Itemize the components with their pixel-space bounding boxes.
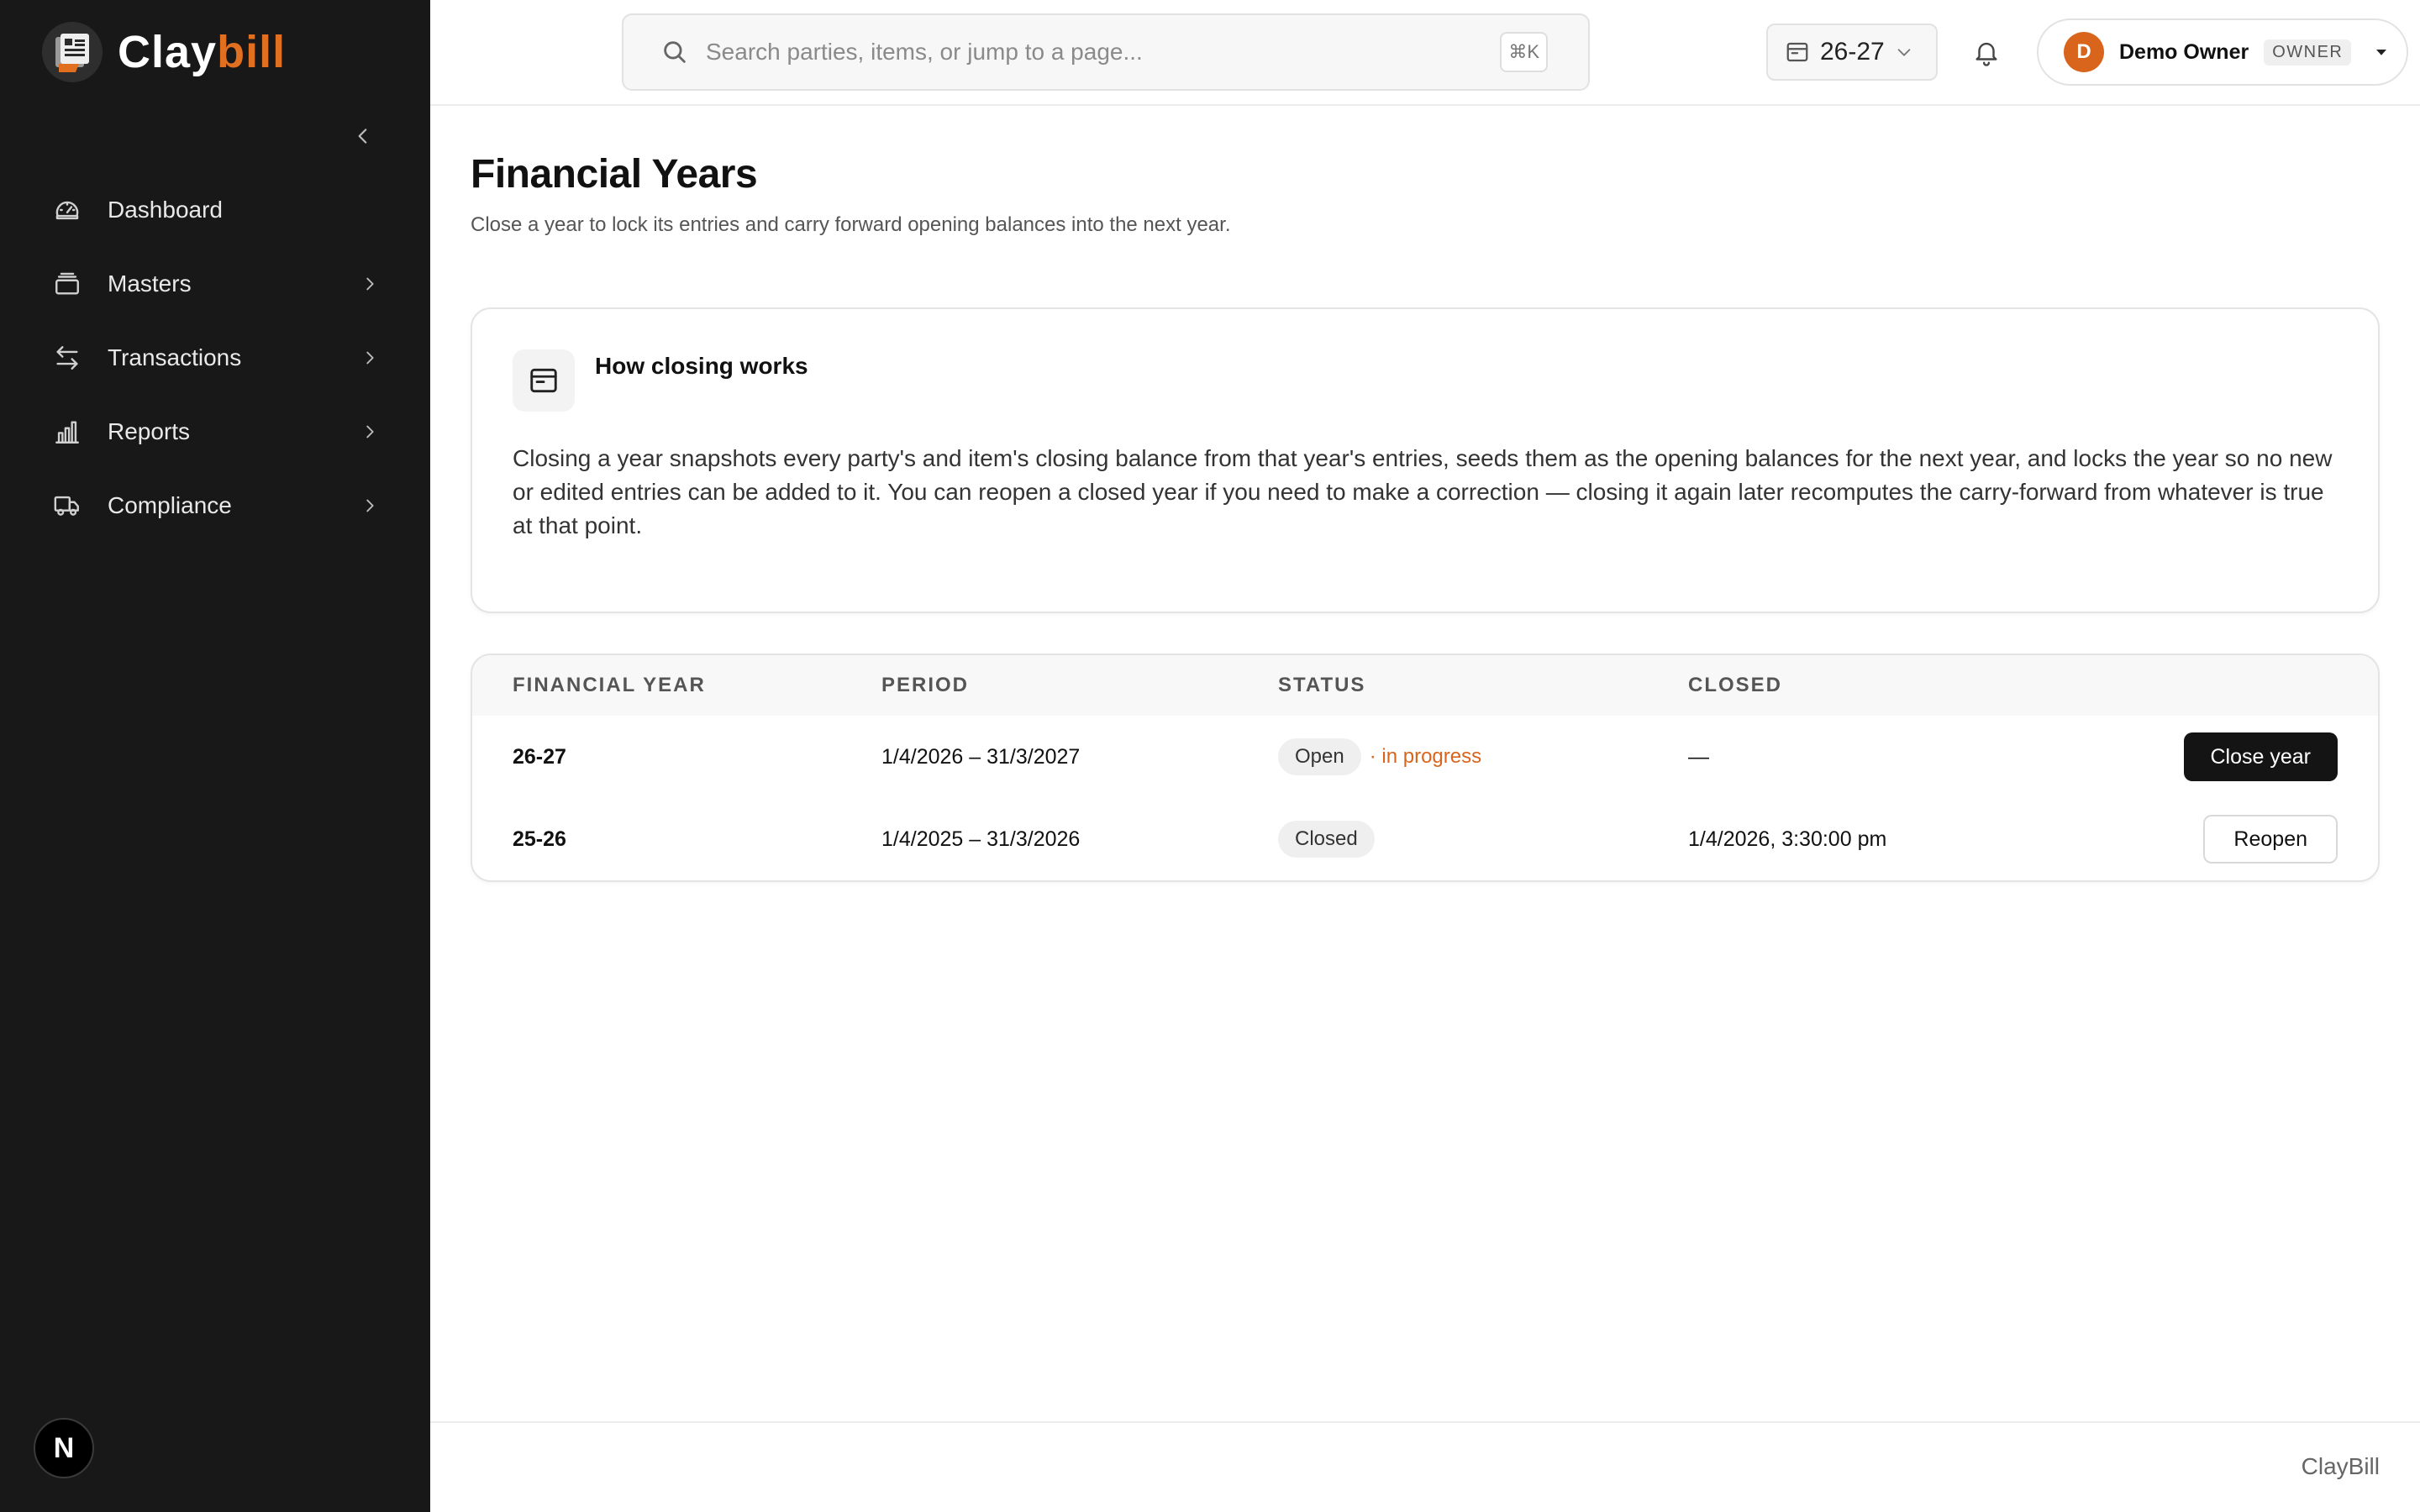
cell-status: Open · in progress — [1278, 738, 1481, 775]
brand-name-accent: bill — [217, 27, 287, 77]
financial-years-table: FINANCIAL YEAR PERIOD STATUS CLOSED 26-2… — [471, 654, 2380, 882]
chevron-right-icon — [358, 494, 381, 517]
calendar-icon — [1786, 42, 1808, 62]
user-menu[interactable]: D Demo Owner OWNER — [2037, 18, 2408, 86]
sidebar-collapse-button[interactable] — [346, 119, 380, 153]
sidebar-nav: Dashboard Masters Transactions Reports C… — [30, 173, 392, 543]
footer-brand: ClayBill — [2301, 1453, 2380, 1479]
sidebar-item-label: Dashboard — [108, 197, 223, 223]
search-icon — [664, 41, 686, 63]
search-box[interactable]: ⌘K — [622, 13, 1590, 91]
cell-closed: — — [1688, 744, 1709, 769]
brand-logo-icon — [42, 22, 103, 82]
cell-status: Closed — [1278, 821, 1375, 858]
stack-icon — [52, 269, 82, 299]
column-header-status: STATUS — [1278, 674, 1366, 696]
reopen-button[interactable]: Reopen — [2203, 815, 2338, 864]
sidebar-item-label: Masters — [108, 270, 192, 297]
column-header-financial-year: FINANCIAL YEAR — [513, 674, 706, 696]
bell-icon — [1975, 42, 1997, 66]
gauge-icon — [52, 195, 82, 225]
top-bar: ⌘K 26-27 D Demo Owner OWNER — [430, 0, 2420, 106]
truck-icon — [52, 491, 82, 521]
sidebar-item-reports[interactable]: Reports — [30, 395, 392, 469]
table-row: 25-26 1/4/2025 – 31/3/2026 Closed 1/4/20… — [472, 798, 2378, 880]
table-header: FINANCIAL YEAR PERIOD STATUS CLOSED — [472, 655, 2378, 716]
dev-tools-badge-label: N — [53, 1431, 75, 1464]
search-shortcut-hint: ⌘K — [1500, 32, 1548, 72]
cell-closed: 1/4/2026, 3:30:00 pm — [1688, 827, 1887, 851]
status-badge: Open — [1278, 738, 1361, 775]
avatar: D — [2064, 32, 2104, 72]
brand-name: Claybill — [118, 26, 286, 78]
cell-financial-year: 25-26 — [513, 827, 566, 851]
calendar-icon — [513, 349, 575, 412]
brand[interactable]: Claybill — [42, 22, 286, 82]
chevron-down-icon — [1897, 49, 1911, 56]
how-closing-works-card: How closing works Closing a year snapsho… — [471, 307, 2380, 613]
bar-chart-icon — [52, 417, 82, 447]
column-header-period: PERIOD — [881, 674, 970, 696]
page-title: Financial Years — [471, 152, 758, 197]
notifications-button[interactable] — [1968, 34, 2005, 71]
sidebar-item-label: Reports — [108, 418, 191, 444]
chevron-right-icon — [358, 272, 381, 296]
user-name: Demo Owner — [2119, 39, 2249, 64]
role-badge: OWNER — [2264, 39, 2352, 66]
sidebar-item-masters[interactable]: Masters — [30, 247, 392, 321]
arrows-swap-icon — [52, 343, 82, 373]
sidebar-item-label: Compliance — [108, 492, 232, 518]
chevron-right-icon — [358, 346, 381, 370]
status-badge: Closed — [1278, 821, 1375, 858]
cell-period: 1/4/2025 – 31/3/2026 — [881, 827, 1081, 851]
column-header-closed: CLOSED — [1688, 674, 1783, 696]
financial-year-select-value: 26-27 — [1820, 38, 1885, 66]
sidebar-item-label: Transactions — [108, 344, 242, 370]
chevron-right-icon — [358, 420, 381, 444]
cell-financial-year: 26-27 — [513, 744, 566, 769]
cell-period: 1/4/2026 – 31/3/2027 — [881, 744, 1081, 769]
cell-action: Close year — [2183, 732, 2338, 781]
sidebar: Claybill Dashboard Masters Transactions — [0, 0, 430, 1512]
status-note: · in progress — [1369, 745, 1482, 768]
chevron-left-icon — [358, 129, 367, 144]
table-row: 26-27 1/4/2026 – 31/3/2027 Open · in prog… — [472, 716, 2378, 798]
financial-year-select[interactable]: 26-27 — [1766, 24, 1938, 81]
dev-tools-badge[interactable]: N — [34, 1418, 94, 1478]
page-subtitle: Close a year to lock its entries and car… — [471, 213, 1231, 236]
caret-down-icon — [2373, 44, 2390, 60]
sidebar-item-compliance[interactable]: Compliance — [30, 469, 392, 543]
close-year-button[interactable]: Close year — [2183, 732, 2338, 781]
footer: ClayBill — [430, 1421, 2420, 1512]
info-card-body: Closing a year snapshots every party's a… — [513, 445, 2333, 538]
brand-name-main: Clay — [118, 27, 218, 77]
sidebar-item-transactions[interactable]: Transactions — [30, 321, 392, 395]
search-input[interactable] — [706, 39, 1501, 66]
cell-action: Reopen — [2203, 815, 2338, 864]
sidebar-item-dashboard[interactable]: Dashboard — [30, 173, 392, 247]
info-card-title: How closing works — [595, 353, 808, 379]
